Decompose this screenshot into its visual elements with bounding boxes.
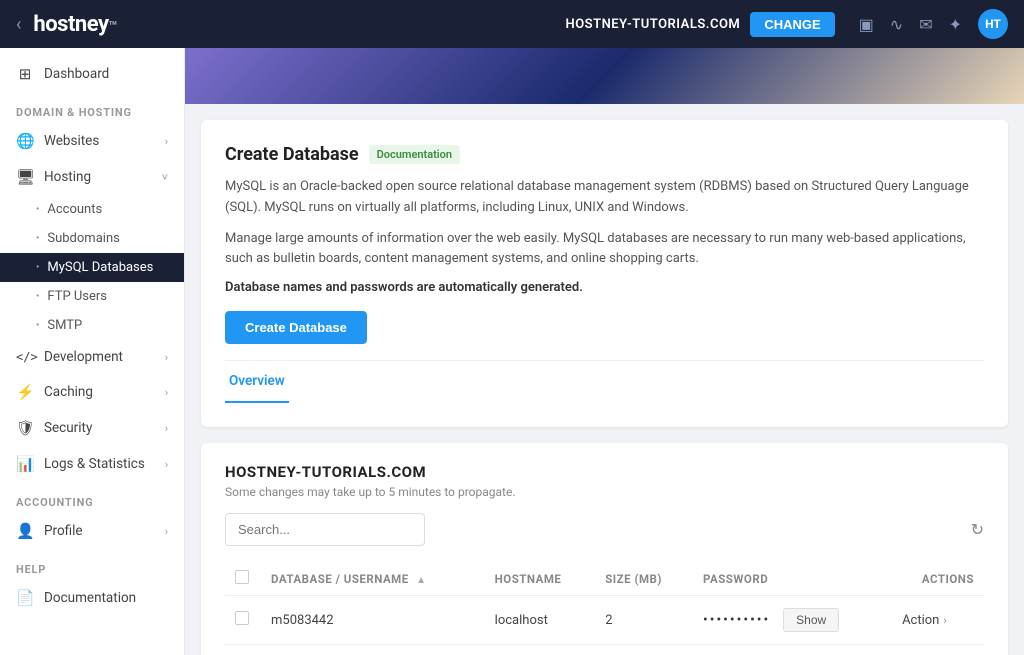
- logo: hostney™: [33, 12, 116, 37]
- table-row: m5083442 localhost 2 •••••••••• Show Act…: [225, 596, 984, 645]
- activity-icon[interactable]: ∿: [890, 15, 903, 34]
- sidebar-item-label: Caching: [44, 384, 93, 400]
- row-action: Action ›: [892, 596, 984, 645]
- documentation-icon: 📄: [16, 589, 34, 607]
- sidebar-item-label: Websites: [44, 133, 99, 149]
- col-size: SIZE (MB): [595, 562, 693, 596]
- sidebar-section-help: HELP: [0, 549, 184, 580]
- sidebar-item-dashboard[interactable]: ⊞ Dashboard: [0, 56, 184, 92]
- desc-text-2: Manage large amounts of information over…: [225, 229, 984, 271]
- sidebar-sub-subdomains[interactable]: Subdomains: [0, 224, 184, 253]
- mail-icon[interactable]: ✉: [919, 15, 932, 34]
- topnav-icons: ▣ ∿ ✉ ✦ HT: [859, 9, 1008, 39]
- sidebar-sub-mysql[interactable]: MySQL Databases: [0, 253, 184, 282]
- domain-label: HOSTNEY-TUTORIALS.COM: [566, 17, 741, 32]
- show-password-button[interactable]: Show: [783, 608, 839, 632]
- sub-item-label: SMTP: [47, 318, 82, 333]
- row-hostname: localhost: [485, 596, 596, 645]
- tab-overview[interactable]: Overview: [225, 361, 289, 403]
- sidebar-item-development[interactable]: </> Development ›: [0, 340, 184, 374]
- row-checkbox[interactable]: [235, 611, 249, 625]
- security-icon: 🛡: [16, 419, 34, 437]
- banner-image: [185, 48, 1024, 104]
- topnav: ‹ hostney™ HOSTNEY-TUTORIALS.COM CHANGE …: [0, 0, 1024, 48]
- notes-icon[interactable]: ▣: [859, 15, 874, 34]
- sidebar-item-label: Hosting: [44, 169, 91, 185]
- sidebar-item-websites[interactable]: 🌐 Websites ›: [0, 123, 184, 159]
- create-database-button[interactable]: Create Database: [225, 311, 367, 344]
- change-domain-button[interactable]: CHANGE: [750, 12, 834, 37]
- sidebar-item-label: Logs & Statistics: [44, 456, 145, 472]
- sub-item-label: MySQL Databases: [47, 260, 153, 275]
- sidebar-item-label: Development: [44, 349, 123, 365]
- sidebar-item-label: Profile: [44, 523, 83, 539]
- row-password: •••••••••• Show: [693, 596, 892, 645]
- action-link[interactable]: Action ›: [902, 613, 974, 628]
- overview-domain-title: HOSTNEY-TUTORIALS.COM: [225, 463, 984, 481]
- sidebar-item-profile[interactable]: 👤 Profile ›: [0, 513, 184, 549]
- tab-bar: Overview: [225, 360, 984, 403]
- settings-icon[interactable]: ✦: [949, 15, 962, 34]
- hosting-icon: 🖥: [16, 168, 34, 186]
- col-db-username: DATABASE / USERNAME ▲: [261, 562, 485, 596]
- websites-icon: 🌐: [16, 132, 34, 150]
- chevron-right-icon: ›: [165, 351, 168, 364]
- development-icon: </>: [16, 350, 34, 364]
- sidebar-item-logs[interactable]: 📊 Logs & Statistics ›: [0, 446, 184, 482]
- chevron-right-icon: ›: [165, 386, 168, 399]
- col-hostname: HOSTNAME: [485, 562, 596, 596]
- overview-subtitle: Some changes may take up to 5 minutes to…: [225, 485, 984, 499]
- sub-item-label: Subdomains: [47, 231, 119, 246]
- caching-icon: ⚡: [16, 383, 34, 401]
- logs-icon: 📊: [16, 455, 34, 473]
- sidebar-section-domain: DOMAIN & HOSTING: [0, 92, 184, 123]
- sidebar-item-label: Documentation: [44, 590, 136, 606]
- row-checkbox-cell: [225, 596, 261, 645]
- sidebar-item-label: Dashboard: [44, 66, 109, 82]
- create-db-title: Create Database: [225, 144, 359, 165]
- sidebar-item-documentation[interactable]: 📄 Documentation: [0, 580, 184, 616]
- sidebar-sub-accounts[interactable]: Accounts: [0, 195, 184, 224]
- create-database-card: Create Database Documentation MySQL is a…: [201, 120, 1008, 427]
- highlight-text: Database names and passwords are automat…: [225, 280, 984, 295]
- search-row: ↻: [225, 513, 984, 546]
- sidebar-item-caching[interactable]: ⚡ Caching ›: [0, 374, 184, 410]
- sidebar-sub-smtp[interactable]: SMTP: [0, 311, 184, 340]
- pagination-row: 10 ▾ Showing 1 to 1 of 1 records ‹ 1 ›: [225, 645, 984, 655]
- database-table: DATABASE / USERNAME ▲ HOSTNAME SIZE (MB)…: [225, 562, 984, 645]
- sidebar: ⊞ Dashboard DOMAIN & HOSTING 🌐 Websites …: [0, 48, 185, 655]
- chevron-right-icon: ›: [165, 458, 168, 471]
- avatar[interactable]: HT: [978, 9, 1008, 39]
- profile-icon: 👤: [16, 522, 34, 540]
- back-button[interactable]: ‹: [16, 14, 21, 35]
- row-size: 2: [595, 596, 693, 645]
- refresh-button[interactable]: ↻: [971, 520, 984, 540]
- documentation-badge[interactable]: Documentation: [369, 145, 460, 164]
- sub-item-label: FTP Users: [47, 289, 107, 304]
- action-chevron-icon: ›: [943, 614, 946, 627]
- dashboard-icon: ⊞: [16, 65, 34, 83]
- desc-text-1: MySQL is an Oracle-backed open source re…: [225, 177, 984, 219]
- chevron-down-icon: ˅: [162, 171, 168, 184]
- sidebar-section-accounting: ACCOUNTING: [0, 482, 184, 513]
- sort-icon[interactable]: ▲: [416, 575, 426, 586]
- password-dots: ••••••••••: [703, 612, 770, 628]
- header-checkbox[interactable]: [235, 570, 249, 584]
- chevron-right-icon: ›: [165, 135, 168, 148]
- row-db-username: m5083442: [261, 596, 485, 645]
- sidebar-item-hosting[interactable]: 🖥 Hosting ˅: [0, 159, 184, 195]
- search-input[interactable]: [225, 513, 425, 546]
- col-actions: ACTIONS: [892, 562, 984, 596]
- overview-card: HOSTNEY-TUTORIALS.COM Some changes may t…: [201, 443, 1008, 655]
- sidebar-sub-ftp[interactable]: FTP Users: [0, 282, 184, 311]
- col-password: PASSWORD: [693, 562, 892, 596]
- col-checkbox: [225, 562, 261, 596]
- sidebar-item-security[interactable]: 🛡 Security ›: [0, 410, 184, 446]
- sub-item-label: Accounts: [47, 202, 102, 217]
- main-content: Create Database Documentation MySQL is a…: [185, 48, 1024, 655]
- chevron-right-icon: ›: [165, 422, 168, 435]
- sidebar-item-label: Security: [44, 420, 92, 436]
- chevron-right-icon: ›: [165, 525, 168, 538]
- create-db-header: Create Database Documentation: [225, 144, 984, 165]
